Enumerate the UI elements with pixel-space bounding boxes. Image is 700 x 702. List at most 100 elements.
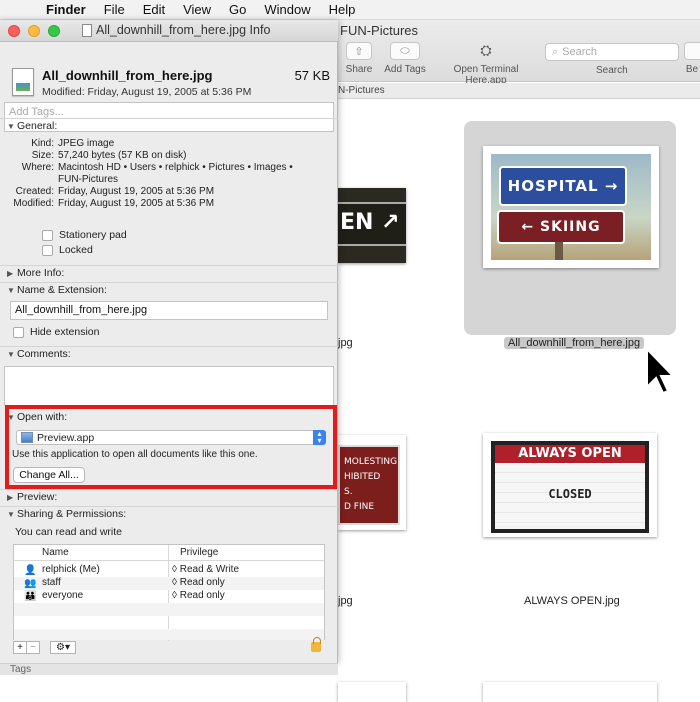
menu-go[interactable]: Go bbox=[229, 2, 246, 17]
name-field[interactable]: All_downhill_from_here.jpg bbox=[10, 301, 328, 320]
partial-sign-1: EN ↗ bbox=[338, 202, 406, 246]
thumbnail-partial-4[interactable] bbox=[483, 682, 657, 702]
menu-edit[interactable]: Edit bbox=[143, 2, 165, 17]
info-titlebar[interactable]: All_downhill_from_here.jpg Info bbox=[0, 20, 338, 42]
menu-finder[interactable]: Finder bbox=[46, 2, 86, 17]
more-info-section-header[interactable]: ▶ More Info: bbox=[0, 265, 338, 281]
menu-window[interactable]: Window bbox=[264, 2, 310, 17]
share-label: Share bbox=[345, 64, 373, 75]
permissions-toolbar: + − ⚙▾ bbox=[13, 640, 325, 654]
size-value: 57,240 bytes (57 KB on disk) bbox=[58, 150, 187, 161]
search-field[interactable]: ⌕ Search bbox=[545, 43, 679, 61]
col-name-header[interactable]: Name bbox=[42, 547, 69, 558]
general-section-header[interactable]: ▼ General: bbox=[0, 118, 338, 134]
file-size: 57 KB bbox=[294, 68, 330, 83]
permission-user-name: everyone bbox=[42, 590, 84, 601]
jpeg-file-icon bbox=[12, 68, 34, 96]
cutoff-tool-label: Be bbox=[685, 64, 699, 75]
locked-checkbox[interactable]: Locked bbox=[42, 244, 93, 256]
menu-help[interactable]: Help bbox=[329, 2, 356, 17]
thumbnail-partial-2[interactable]: MOLESTING HIBITED S. D FINE bbox=[338, 435, 406, 530]
search-icon: ⌕ bbox=[552, 45, 559, 58]
modified-key: Modified: bbox=[13, 198, 54, 209]
caption-partial-1[interactable]: jpg bbox=[338, 337, 353, 349]
comments-textarea[interactable] bbox=[4, 366, 334, 406]
hospital-sign: HOSPITAL → bbox=[499, 166, 627, 206]
lock-icon[interactable] bbox=[311, 637, 321, 652]
thumbnail-partial-1[interactable]: EN ↗ bbox=[338, 188, 406, 263]
caption-all-downhill[interactable]: All_downhill_from_here.jpg bbox=[504, 337, 645, 349]
where-row: Where: Macintosh HD • Users • relphick •… bbox=[0, 162, 338, 174]
kind-key: Kind: bbox=[31, 138, 54, 149]
menu-file[interactable]: File bbox=[104, 2, 125, 17]
add-user-button[interactable]: + bbox=[13, 640, 27, 654]
always-open-sign: ALWAYS OPEN bbox=[495, 445, 645, 463]
minimize-button[interactable] bbox=[28, 25, 40, 37]
preview-header-label: Preview: bbox=[17, 491, 58, 503]
molest-line-3: S. bbox=[344, 487, 353, 497]
sign-post bbox=[555, 242, 563, 260]
permissions-header: Name Privilege bbox=[14, 545, 324, 561]
molest-line-4: D FINE bbox=[344, 502, 375, 512]
open-terminal-tool[interactable]: ⛭ Open Terminal Here.app bbox=[432, 42, 540, 86]
where-key: Where: bbox=[21, 162, 54, 173]
search-label: Search bbox=[596, 65, 628, 76]
thumbnail-always-open[interactable]: ALWAYS OPEN CLOSED bbox=[483, 433, 657, 537]
closed-sign: CLOSED bbox=[495, 463, 645, 525]
disclosure-open-icon: ▼ bbox=[7, 510, 15, 519]
path-bar[interactable]: N-Pictures bbox=[338, 83, 700, 99]
disclosure-closed-icon: ▶ bbox=[7, 493, 14, 502]
created-row: Created: Friday, August 19, 2005 at 5:36… bbox=[0, 186, 338, 198]
stationery-pad-checkbox[interactable]: Stationery pad bbox=[42, 229, 127, 241]
locked-label: Locked bbox=[59, 244, 93, 256]
col-privilege-header[interactable]: Privilege bbox=[180, 547, 218, 558]
group-icon: 👥 bbox=[24, 578, 37, 589]
gear-menu-button[interactable]: ⚙▾ bbox=[50, 640, 76, 654]
preview-section-header[interactable]: ▶ Preview: bbox=[0, 489, 338, 505]
terminal-app-icon: ⛭ bbox=[480, 42, 492, 58]
hospital-skiing-image: HOSPITAL → ← SKIING bbox=[491, 154, 651, 260]
menu-view[interactable]: View bbox=[183, 2, 211, 17]
thumbnail-all-downhill[interactable]: HOSPITAL → ← SKIING bbox=[483, 146, 659, 268]
permission-privilege[interactable]: ◊ Read only bbox=[172, 590, 225, 601]
add-tags-label: Add Tags bbox=[384, 64, 426, 75]
caption-always-open[interactable]: ALWAYS OPEN.jpg bbox=[524, 595, 620, 607]
share-icon: ⇧ bbox=[346, 42, 372, 60]
hide-extension-checkbox[interactable]: Hide extension bbox=[13, 326, 99, 338]
name-field-value: All_downhill_from_here.jpg bbox=[15, 304, 148, 316]
highlight-box bbox=[5, 405, 337, 489]
general-header-label: General: bbox=[17, 120, 58, 132]
modified-row: Modified: Friday, August 19, 2005 at 5:3… bbox=[0, 198, 338, 210]
thumbnail-partial-3[interactable] bbox=[338, 682, 406, 702]
caption-partial-2[interactable]: jpg bbox=[338, 595, 353, 607]
comments-section-header[interactable]: ▼ Comments: bbox=[0, 346, 338, 362]
sharing-note: You can read and write bbox=[15, 526, 123, 538]
add-tags-tool[interactable]: ⬭ Add Tags bbox=[382, 42, 428, 75]
locked-checkbox-box[interactable] bbox=[42, 244, 53, 256]
permission-privilege[interactable]: ◊ Read only bbox=[172, 577, 225, 588]
stationery-label: Stationery pad bbox=[59, 229, 127, 241]
disclosure-open-icon: ▼ bbox=[7, 122, 15, 131]
permission-row[interactable]: 👤 relphick (Me) ◊ Read & Write bbox=[14, 564, 324, 577]
permission-row[interactable]: 👪 everyone ◊ Read only bbox=[14, 590, 324, 603]
permission-user-name: relphick (Me) bbox=[42, 564, 100, 575]
size-row: Size: 57,240 bytes (57 KB on disk) bbox=[0, 150, 338, 162]
permission-privilege[interactable]: ◊ Read & Write bbox=[172, 564, 239, 575]
cutoff-tool[interactable]: Be bbox=[684, 42, 700, 75]
stationery-checkbox-box[interactable] bbox=[42, 229, 53, 241]
sharing-section-header[interactable]: ▼ Sharing & Permissions: bbox=[0, 506, 338, 522]
remove-user-button[interactable]: − bbox=[26, 640, 40, 654]
permission-row[interactable]: 👥 staff ◊ Read only bbox=[14, 577, 324, 590]
zoom-button[interactable] bbox=[48, 25, 60, 37]
sharing-header-label: Sharing & Permissions: bbox=[17, 508, 127, 520]
name-ext-header-label: Name & Extension: bbox=[17, 284, 107, 296]
modified-value: Friday, August 19, 2005 at 5:36 PM bbox=[58, 198, 215, 209]
empty-row bbox=[14, 629, 324, 640]
hide-ext-checkbox-box[interactable] bbox=[13, 326, 24, 338]
file-name: All_downhill_from_here.jpg bbox=[42, 68, 213, 83]
name-ext-section-header[interactable]: ▼ Name & Extension: bbox=[0, 282, 338, 298]
close-button[interactable] bbox=[8, 25, 20, 37]
search-placeholder: Search bbox=[562, 46, 598, 58]
more-info-header-label: More Info: bbox=[17, 267, 65, 279]
share-tool[interactable]: ⇧ Share bbox=[344, 42, 374, 75]
